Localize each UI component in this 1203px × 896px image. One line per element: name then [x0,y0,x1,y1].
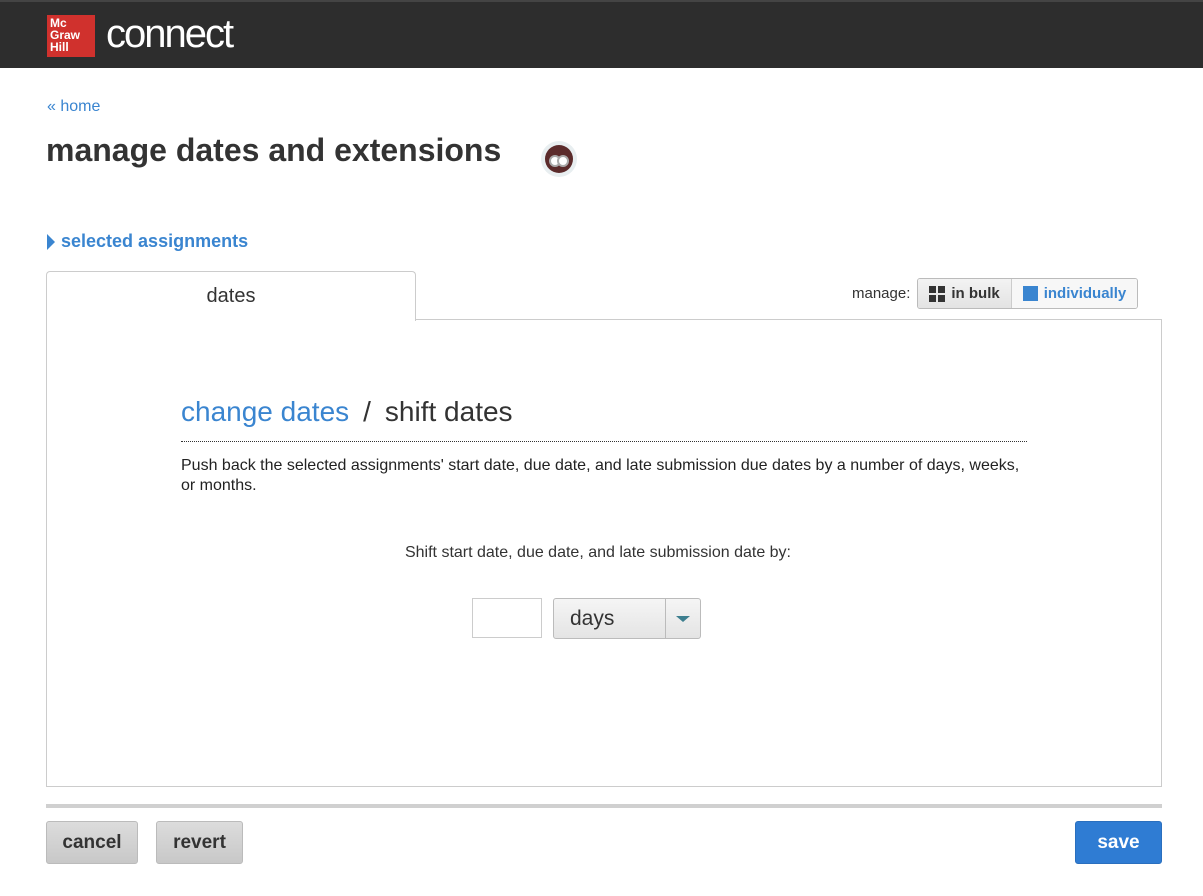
save-button[interactable]: save [1075,821,1162,864]
individually-button[interactable]: individually [1011,279,1138,308]
unit-value: days [554,599,666,638]
in-bulk-label: in bulk [951,285,1000,302]
revert-button[interactable]: revert [156,821,243,864]
grid-icon [929,285,946,302]
owl-icon[interactable] [541,141,577,177]
square-icon [1022,286,1038,301]
selected-assignments-toggle[interactable]: selected assignments [47,231,248,252]
description: Push back the selected assignments' star… [181,457,1020,494]
footer-divider [46,804,1162,808]
individually-label: individually [1043,285,1127,302]
change-dates-link[interactable]: change dates [181,396,349,427]
shift-amount-input[interactable] [472,598,542,638]
manage-label: manage: [852,285,911,302]
connect-brand[interactable]: connect [106,12,234,57]
shift-label: Shift start date, due date, and late sub… [404,544,791,561]
tab-dates[interactable]: dates [46,271,416,321]
cancel-button[interactable]: cancel [46,821,138,864]
home-link[interactable]: « home [47,98,100,116]
manage-toggle: manage: in bulk individually [852,278,1139,309]
caret-right-icon [47,233,55,250]
in-bulk-button[interactable]: in bulk [918,279,1012,308]
dotted-divider [181,441,1027,442]
chevron-down-icon[interactable] [666,599,700,638]
mcgraw-hill-logo: Mc Graw Hill [47,15,95,57]
selected-assignments-label: selected assignments [61,231,249,251]
mode-switch: change dates / shift dates [181,396,513,428]
top-header: Mc Graw Hill connect [0,0,1203,68]
shift-dates-label: shift dates [384,396,513,427]
mode-separator: / [363,396,371,427]
page-title: manage dates and extensions [46,132,502,168]
unit-select[interactable]: days [553,598,701,639]
